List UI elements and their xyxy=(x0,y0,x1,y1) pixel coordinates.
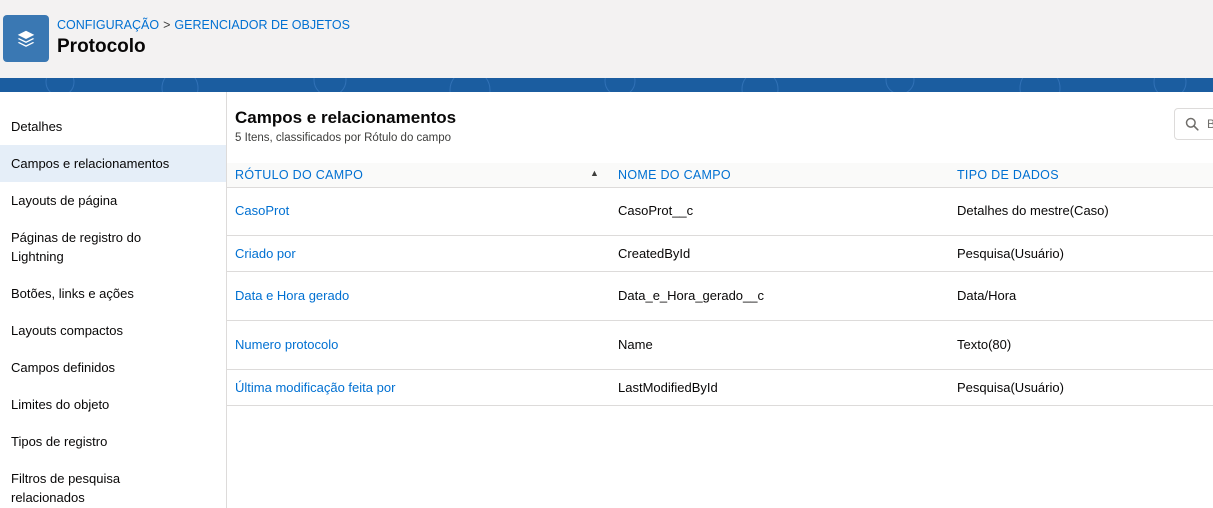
table-header: RÓTULO DO CAMPO ▲ NOME DO CAMPO TIPO DE … xyxy=(227,163,1213,188)
page-header: CONFIGURAÇÃO > GERENCIADOR DE OBJETOS Prot… xyxy=(0,0,1213,78)
field-type: Detalhes do mestre(Caso) xyxy=(957,203,1109,218)
section-title: Campos e relacionamentos xyxy=(235,108,457,127)
table-row: Data e Hora gerado Data_e_Hora_gerado__c… xyxy=(227,272,1213,321)
field-type: Texto(80) xyxy=(957,337,1012,352)
sidebar-item-record-types[interactable]: Tipos de registro xyxy=(0,432,226,451)
sidebar-item-buttons-links-actions[interactable]: Botões, links e ações xyxy=(0,284,226,303)
field-name: Data_e_Hora_gerado__c xyxy=(618,288,764,303)
section-subtitle: 5 Itens, classificados por Rótulo do cam… xyxy=(235,132,452,144)
field-label-link[interactable]: Data e Hora gerado xyxy=(235,288,349,303)
field-type: Pesquisa(Usuário) xyxy=(957,246,1064,261)
sidebar-item-fields-relationships[interactable]: Campos e relacionamentos xyxy=(0,145,226,182)
page-title: Protocolo xyxy=(57,36,146,57)
header-banner xyxy=(0,78,1213,92)
sidebar-item-page-layouts[interactable]: Layouts de página xyxy=(0,191,226,210)
table-row: CasoProt CasoProt__c Detalhes do mestre(… xyxy=(227,188,1213,236)
breadcrumb-setup-link[interactable]: CONFIGURAÇÃO xyxy=(57,18,159,32)
field-label-link[interactable]: CasoProt xyxy=(235,203,289,218)
breadcrumb-object-manager-link[interactable]: GERENCIADOR DE OBJETOS xyxy=(174,18,350,32)
column-header-field-name[interactable]: NOME DO CAMPO xyxy=(618,168,731,182)
sidebar-item-related-lookup-filters[interactable]: Filtros de pesquisa relacionados xyxy=(0,469,226,507)
column-header-field-label[interactable]: RÓTULO DO CAMPO xyxy=(235,168,363,182)
sidebar-item-compact-layouts[interactable]: Layouts compactos xyxy=(0,321,226,340)
breadcrumb-separator: > xyxy=(163,18,171,32)
table-row: Criado por CreatedById Pesquisa(Usuário) xyxy=(227,236,1213,272)
sort-ascending-icon: ▲ xyxy=(590,168,599,178)
field-type: Pesquisa(Usuário) xyxy=(957,380,1064,395)
sidebar: Detalhes Campos e relacionamentos Layout… xyxy=(0,92,227,508)
sidebar-item-defined-fields[interactable]: Campos definidos xyxy=(0,358,226,377)
field-type: Data/Hora xyxy=(957,288,1017,303)
field-label-link[interactable]: Última modificação feita por xyxy=(235,380,395,395)
field-name: CreatedById xyxy=(618,246,691,261)
field-name: CasoProt__c xyxy=(618,203,694,218)
breadcrumb: CONFIGURAÇÃO > GERENCIADOR DE OBJETOS xyxy=(57,18,350,32)
field-name: Name xyxy=(618,337,653,352)
field-label-link[interactable]: Criado por xyxy=(235,246,296,261)
table-row: Numero protocolo Name Texto(80) xyxy=(227,321,1213,370)
layers-icon xyxy=(3,15,49,62)
sidebar-item-details[interactable]: Detalhes xyxy=(0,117,226,136)
sidebar-item-object-limits[interactable]: Limites do objeto xyxy=(0,395,226,414)
sidebar-item-lightning-record-pages[interactable]: Páginas de registro do Lightning xyxy=(0,228,226,266)
field-label-link[interactable]: Numero protocolo xyxy=(235,337,338,352)
table-row: Última modificação feita por LastModifie… xyxy=(227,370,1213,406)
quick-find-placeholder: B xyxy=(1207,117,1213,131)
field-name: LastModifiedById xyxy=(618,380,718,395)
column-header-data-type[interactable]: TIPO DE DADOS xyxy=(957,168,1059,182)
search-icon xyxy=(1185,117,1199,136)
